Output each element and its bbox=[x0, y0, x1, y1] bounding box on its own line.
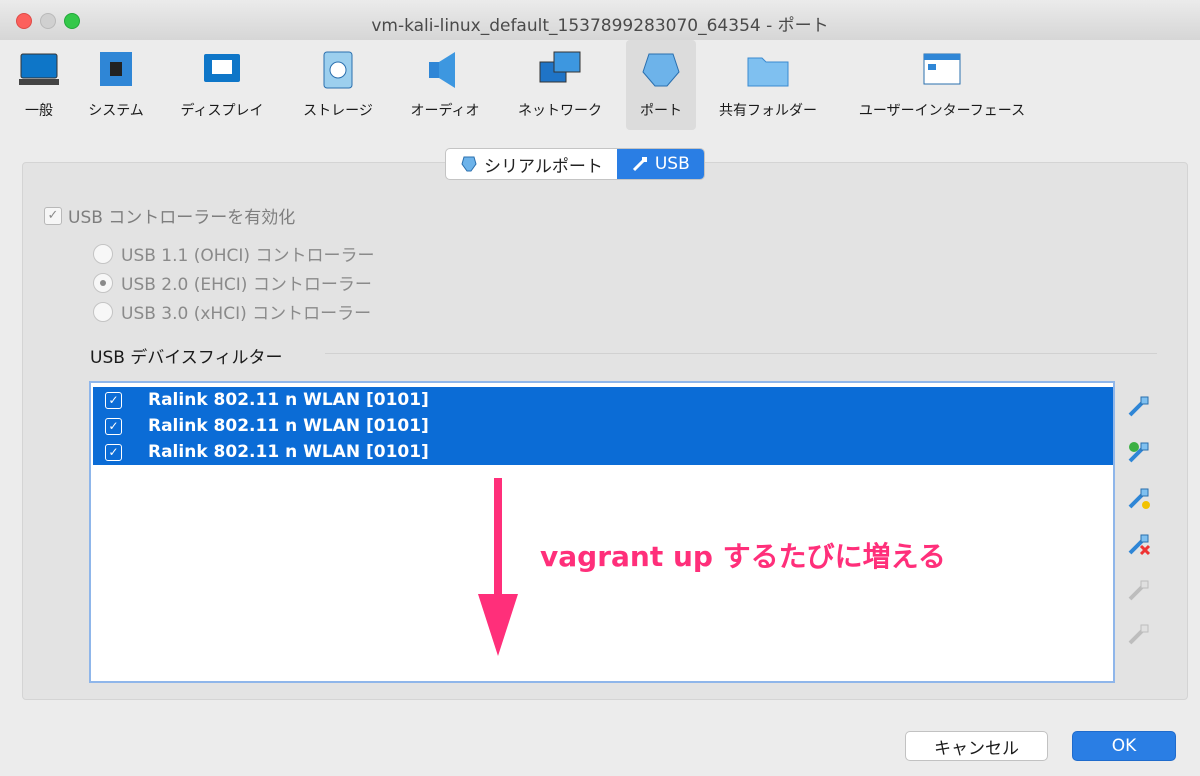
toolbar-item-ports[interactable]: ポート bbox=[626, 40, 696, 130]
checkbox-icon[interactable]: ✓ bbox=[105, 391, 122, 409]
radio-usb30[interactable]: USB 3.0 (xHCI) コントローラー bbox=[93, 299, 371, 324]
display-icon bbox=[204, 54, 240, 82]
cancel-button[interactable]: キャンセル bbox=[905, 731, 1048, 761]
toolbar-label: 共有フォルダー bbox=[719, 103, 817, 119]
radio-label: USB 2.0 (EHCI) コントローラー bbox=[121, 275, 372, 295]
port-tabs: シリアルポート USB bbox=[445, 148, 705, 180]
checkbox-icon[interactable]: ✓ bbox=[105, 417, 122, 435]
radio-usb20[interactable]: USB 2.0 (EHCI) コントローラー bbox=[93, 270, 372, 295]
toolbar-label: オーディオ bbox=[410, 103, 480, 119]
toolbar-label: 一般 bbox=[25, 103, 53, 119]
tab-serial-label: シリアルポート bbox=[484, 156, 603, 177]
filter-move-up-icon[interactable] bbox=[1126, 577, 1152, 603]
list-item[interactable]: ✓ Ralink 802.11 n WLAN [0101] bbox=[93, 387, 1113, 413]
tab-usb[interactable]: USB bbox=[616, 149, 704, 179]
radio-indicator bbox=[93, 301, 113, 322]
annotation-text: vagrant up するたびに増える bbox=[540, 540, 946, 573]
toolbar-label: ディスプレイ bbox=[180, 103, 264, 119]
tab-usb-label: USB bbox=[654, 154, 690, 174]
settings-window: vm-kali-linux_default_1537899283070_6435… bbox=[0, 0, 1200, 776]
filter-add-device-icon[interactable] bbox=[1126, 439, 1152, 465]
list-item[interactable]: ✓ Ralink 802.11 n WLAN [0101] bbox=[93, 439, 1113, 465]
disk-icon bbox=[323, 51, 353, 89]
monitor-icon bbox=[19, 53, 59, 85]
list-item[interactable]: ✓ Ralink 802.11 n WLAN [0101] bbox=[93, 413, 1113, 439]
enable-usb-label: USB コントローラーを有効化 bbox=[68, 208, 296, 228]
window-title: vm-kali-linux_default_1537899283070_6435… bbox=[371, 16, 829, 36]
radio-indicator bbox=[93, 243, 113, 264]
usb-icon bbox=[632, 157, 647, 172]
toolbar-item-network[interactable]: ネットワーク bbox=[506, 40, 614, 130]
toolbar-item-shared-folders[interactable]: 共有フォルダー bbox=[708, 40, 828, 130]
filter-name: Ralink 802.11 n WLAN [0101] bbox=[148, 416, 429, 436]
divider bbox=[325, 353, 1157, 354]
filter-section-title: USB デバイスフィルター bbox=[90, 348, 283, 368]
filter-add-empty-icon[interactable] bbox=[1126, 393, 1152, 419]
filter-move-down-icon[interactable] bbox=[1126, 621, 1152, 647]
folder-icon bbox=[747, 57, 789, 87]
filter-name: Ralink 802.11 n WLAN [0101] bbox=[148, 390, 429, 410]
settings-toolbar: 一般 システム ディスプレイ ストレージ オーディオ ネットワーク ポート 共有… bbox=[0, 40, 1200, 132]
chip-icon bbox=[100, 52, 132, 86]
toolbar-label: ストレージ bbox=[303, 103, 373, 119]
toolbar-item-audio[interactable]: オーディオ bbox=[400, 40, 490, 130]
toolbar-item-general[interactable]: 一般 bbox=[6, 40, 72, 130]
toolbar-label: システム bbox=[88, 103, 144, 119]
port-icon bbox=[642, 53, 680, 87]
toolbar-item-display[interactable]: ディスプレイ bbox=[168, 40, 276, 130]
window-icon bbox=[923, 53, 961, 85]
toolbar-label: ポート bbox=[640, 103, 682, 119]
toolbar-label: ユーザーインターフェース bbox=[858, 103, 1026, 119]
speaker-icon bbox=[429, 52, 455, 88]
ok-button[interactable]: OK bbox=[1072, 731, 1176, 761]
radio-label: USB 1.1 (OHCI) コントローラー bbox=[121, 246, 375, 266]
network-icon bbox=[539, 51, 581, 83]
title-bar: vm-kali-linux_default_1537899283070_6435… bbox=[0, 0, 1200, 40]
toolbar-item-user-interface[interactable]: ユーザーインターフェース bbox=[844, 40, 1040, 130]
serial-port-icon bbox=[461, 156, 477, 172]
enable-usb-checkbox[interactable]: ✓ USB コントローラーを有効化 bbox=[44, 203, 295, 228]
usb-filter-list[interactable]: ✓ Ralink 802.11 n WLAN [0101] ✓ Ralink 8… bbox=[89, 381, 1115, 683]
filter-remove-icon[interactable] bbox=[1126, 531, 1152, 557]
filter-edit-icon[interactable] bbox=[1126, 485, 1152, 511]
radio-label: USB 3.0 (xHCI) コントローラー bbox=[121, 304, 372, 324]
toolbar-item-system[interactable]: システム bbox=[80, 40, 152, 130]
tab-serial-port[interactable]: シリアルポート bbox=[446, 149, 617, 179]
checkmark-icon: ✓ bbox=[44, 206, 62, 225]
toolbar-item-storage[interactable]: ストレージ bbox=[292, 40, 384, 130]
radio-usb11[interactable]: USB 1.1 (OHCI) コントローラー bbox=[93, 241, 374, 266]
toolbar-label: ネットワーク bbox=[518, 103, 602, 119]
checkbox-icon[interactable]: ✓ bbox=[105, 443, 122, 461]
radio-indicator bbox=[93, 272, 113, 293]
filter-name: Ralink 802.11 n WLAN [0101] bbox=[148, 442, 429, 462]
annotation-arrow-icon bbox=[478, 478, 518, 656]
